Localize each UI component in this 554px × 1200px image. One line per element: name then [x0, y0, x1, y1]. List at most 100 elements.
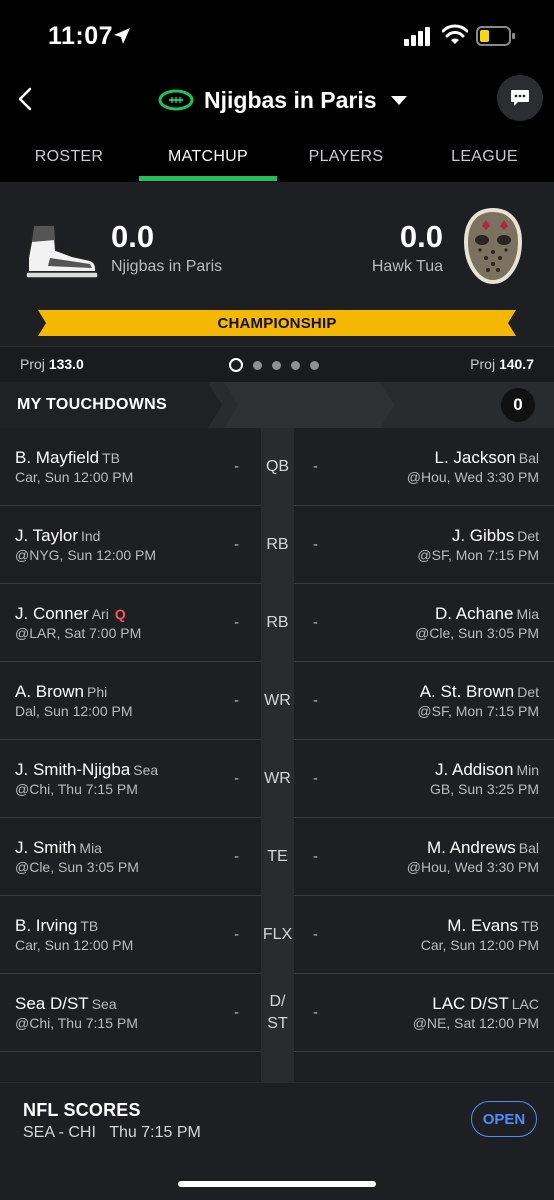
position-label: WR [261, 662, 294, 740]
injury-status-badge: Q [114, 606, 126, 622]
player-name[interactable]: Sea D/ST Sea [15, 994, 117, 1014]
position-label: TE [261, 818, 294, 896]
player-points: - [234, 1004, 239, 1021]
player-points: - [234, 458, 239, 475]
location-arrow-icon [114, 28, 130, 44]
opponent-name[interactable]: M. Evans TB [447, 916, 539, 936]
lineup-row[interactable]: B. Mayfield TB Car, Sun 12:00 PM - QB - L… [0, 428, 554, 506]
chat-button[interactable] [497, 75, 543, 121]
hockey-mask-avatar[interactable] [462, 208, 524, 284]
touchdowns-count: 0 [501, 388, 535, 422]
lineup-row[interactable]: J. Conner Ari Q @LAR, Sat 7:00 PM - RB - D… [0, 584, 554, 662]
lineup-list: B. Mayfield TB Car, Sun 12:00 PM - QB - L… [0, 428, 554, 1082]
page-dot[interactable] [291, 360, 300, 370]
lineup-row[interactable]: J. Taylor Ind @NYG, Sun 12:00 PM - RB - J… [0, 506, 554, 584]
opponent-name[interactable]: J. Gibbs Det [452, 526, 539, 546]
player-name[interactable]: B. Irving TB [15, 916, 98, 936]
position-label: RB [261, 506, 294, 584]
opponent-points: - [313, 458, 318, 475]
touchdowns-bar[interactable]: MY TOUCHDOWNS 0 [0, 382, 554, 428]
player-name[interactable]: J. Taylor Ind [15, 526, 100, 546]
player-game: @NYG, Sun 12:00 PM [15, 547, 157, 563]
opponent-name[interactable]: D. Achane Mia [435, 604, 539, 624]
battery-icon [476, 26, 515, 46]
opponent-name[interactable]: A. St. Brown Det [420, 682, 539, 702]
lineup-row[interactable]: B. Irving TB Car, Sun 12:00 PM - FLX - M.… [0, 896, 554, 974]
player-points: - [234, 692, 239, 709]
banner-label: CHAMPIONSHIP [217, 314, 337, 332]
opponent-points: - [313, 614, 318, 631]
home-score: 0.0 [111, 219, 155, 254]
scores-title: NFL SCORES [23, 1100, 141, 1120]
opponent-game: @Cle, Sun 3:05 PM [415, 625, 539, 641]
player-name[interactable]: J. Conner Ari Q [15, 604, 126, 624]
status-time: 11:07 [48, 22, 114, 50]
wifi-icon [442, 24, 468, 44]
player-game: @Chi, Thu 7:15 PM [15, 781, 138, 797]
page-dot[interactable] [253, 360, 262, 370]
player-points: - [234, 536, 239, 553]
active-tab-indicator [139, 176, 277, 181]
opponent-game: @Hou, Wed 3:30 PM [406, 859, 539, 875]
home-projection: Proj 133.0 [20, 356, 84, 372]
opponent-points: - [313, 926, 318, 943]
player-game: Car, Sun 12:00 PM [15, 469, 134, 485]
tab-league[interactable]: LEAGUE [415, 132, 554, 182]
lineup-row[interactable]: Sea D/ST Sea @Chi, Thu 7:15 PM - D/ST - L… [0, 974, 554, 1052]
player-name[interactable]: B. Mayfield TB [15, 448, 120, 468]
opponent-game: @SF, Mon 7:15 PM [417, 703, 539, 719]
sneaker-avatar[interactable] [20, 220, 100, 280]
open-button[interactable]: OPEN [471, 1101, 537, 1137]
nfl-scores-bar[interactable]: NFL SCORES SEA - CHI Thu 7:15 PM OPEN [0, 1082, 554, 1200]
lineup-row[interactable]: A. Brown Phi Dal, Sun 12:00 PM - WR - A. … [0, 662, 554, 740]
opponent-name[interactable]: J. Addison Min [435, 760, 539, 780]
away-team-name[interactable]: Hawk Tua [372, 258, 443, 276]
tab-matchup[interactable]: MATCHUP [139, 132, 277, 182]
opponent-points: - [313, 770, 318, 787]
page-dots[interactable] [229, 358, 319, 372]
player-name[interactable]: J. Smith-Njigba Sea [15, 760, 158, 780]
player-points: - [234, 848, 239, 865]
player-points: - [234, 926, 239, 943]
lineup-row[interactable]: J. Smith-Njigba Sea @Chi, Thu 7:15 PM - W… [0, 740, 554, 818]
page-title: Njigbas in Paris [204, 86, 377, 113]
player-name[interactable]: J. Smith Mia [15, 838, 102, 858]
home-team-name[interactable]: Njigbas in Paris [111, 258, 222, 276]
page-dot[interactable] [272, 360, 281, 370]
lineup-row[interactable] [0, 1052, 554, 1082]
player-game: @Cle, Sun 3:05 PM [15, 859, 139, 875]
opponent-points: - [313, 692, 318, 709]
tab-players[interactable]: PLAYERS [277, 132, 415, 182]
matchup-card: 0.0 Njigbas in Paris 0.0 Hawk Tua CHAMPI… [0, 182, 554, 382]
position-label: RB [261, 584, 294, 662]
position-label: WR [261, 740, 294, 818]
player-game: Dal, Sun 12:00 PM [15, 703, 133, 719]
opponent-points: - [313, 848, 318, 865]
team-switcher[interactable]: Njigbas in Paris [158, 84, 407, 116]
opponent-game: Car, Sun 12:00 PM [420, 937, 539, 953]
opponent-game: @NE, Sat 12:00 PM [412, 1015, 539, 1031]
player-points: - [234, 770, 239, 787]
opponent-points: - [313, 536, 318, 553]
player-name[interactable]: A. Brown Phi [15, 682, 107, 702]
projection-bar: Proj 133.0 Proj 140.7 [0, 346, 554, 382]
player-game: Car, Sun 12:00 PM [15, 937, 134, 953]
home-indicator[interactable] [178, 1181, 376, 1187]
opponent-name[interactable]: L. Jackson Bal [435, 448, 540, 468]
lineup-row[interactable]: J. Smith Mia @Cle, Sun 3:05 PM - TE - M. … [0, 818, 554, 896]
opponent-name[interactable]: M. Andrews Bal [427, 838, 539, 858]
caret-down-icon [390, 95, 407, 105]
page-dot[interactable] [229, 358, 243, 372]
signal-icon [404, 27, 430, 46]
status-bar: 11:07 [0, 0, 554, 72]
position-label: QB [261, 428, 294, 506]
opponent-game: GB, Sun 3:25 PM [430, 781, 539, 797]
touchdowns-label: MY TOUCHDOWNS [17, 396, 167, 413]
opponent-points: - [313, 1004, 318, 1021]
tab-roster[interactable]: ROSTER [0, 132, 138, 182]
opponent-game: @SF, Mon 7:15 PM [417, 547, 539, 563]
opponent-name[interactable]: LAC D/ST LAC [432, 994, 539, 1014]
position-column [261, 1052, 294, 1082]
back-chevron-icon[interactable] [16, 84, 36, 114]
page-dot[interactable] [310, 360, 319, 370]
